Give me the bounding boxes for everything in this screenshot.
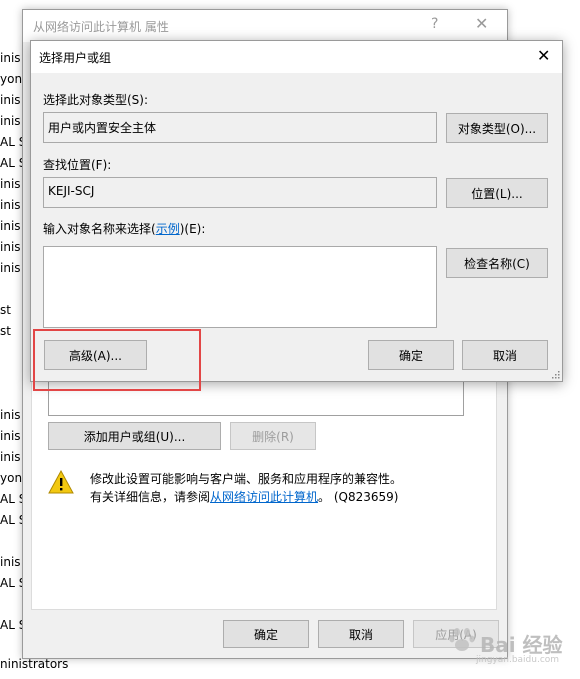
list-item: inis <box>0 177 21 191</box>
remove-button[interactable]: 删除(R) <box>230 422 316 450</box>
add-user-button[interactable]: 添加用户或组(U)... <box>48 422 221 450</box>
examples-link[interactable]: 示例 <box>156 222 180 236</box>
object-names-input[interactable] <box>43 246 437 328</box>
list-item: inis <box>0 93 21 107</box>
warning-line-2: 有关详细信息，请参阅从网络访问此计算机。 (Q823659) <box>90 488 470 506</box>
list-item: inis <box>0 429 21 443</box>
list-item: inis <box>0 555 21 569</box>
properties-window-title: 从网络访问此计算机 属性 <box>33 20 169 34</box>
object-names-label: 输入对象名称来选择(示例)(E): <box>43 220 205 237</box>
list-item: yon <box>0 471 23 485</box>
warning-text: 修改此设置可能影响与客户端、服务和应用程序的兼容性。 有关详细信息，请参阅从网络… <box>90 470 470 506</box>
watermark-url: jingyan.baidu.com <box>476 655 560 665</box>
background-list-bottom-item: ninistrators <box>0 657 69 671</box>
location-field: KEJI-SCJ <box>43 177 437 208</box>
dialog-close-button[interactable]: ✕ <box>537 46 550 65</box>
policy-help-link[interactable]: 从网络访问此计算机 <box>210 490 318 504</box>
warning-suffix: 。 (Q823659) <box>318 490 399 504</box>
object-type-label: 选择此对象类型(S): <box>43 93 149 107</box>
check-names-button[interactable]: 检查名称(C) <box>446 248 548 278</box>
locations-button[interactable]: 位置(L)... <box>446 178 548 208</box>
list-item: inis <box>0 240 21 254</box>
list-item: st <box>0 303 11 317</box>
list-item: inis <box>0 51 21 65</box>
warning-prefix: 有关详细信息，请参阅 <box>90 490 211 504</box>
properties-close-button[interactable]: ✕ <box>475 14 488 33</box>
list-item: inis <box>0 261 21 275</box>
object-names-label-suffix: )(E): <box>179 222 206 236</box>
cancel-button[interactable]: 取消 <box>318 620 404 648</box>
list-item: inis <box>0 198 21 212</box>
resize-grip-icon[interactable] <box>550 369 560 379</box>
paw-logo-icon <box>449 628 475 651</box>
dialog-titlebar: 选择用户或组 ✕ <box>31 41 562 73</box>
dialog-title: 选择用户或组 <box>39 51 112 65</box>
dialog-ok-button[interactable]: 确定 <box>368 340 454 370</box>
warning-icon <box>48 470 74 494</box>
dialog-cancel-button[interactable]: 取消 <box>462 340 548 370</box>
watermark-text: Bai 经验 <box>480 633 563 657</box>
list-item: inis <box>0 114 21 128</box>
ok-button[interactable]: 确定 <box>223 620 309 648</box>
object-names-label-prefix: 输入对象名称来选择( <box>43 222 156 236</box>
object-type-field: 用户或内置安全主体 <box>43 112 437 143</box>
warning-line-1: 修改此设置可能影响与客户端、服务和应用程序的兼容性。 <box>90 472 403 486</box>
highlight-annotation <box>33 329 201 391</box>
properties-titlebar: 从网络访问此计算机 属性 ? ✕ <box>23 10 507 42</box>
list-item: inis <box>0 219 21 233</box>
object-types-button[interactable]: 对象类型(O)... <box>446 113 548 143</box>
list-item: inis <box>0 450 21 464</box>
list-item: yon <box>0 72 23 86</box>
list-item: inis <box>0 408 21 422</box>
location-label: 查找位置(F): <box>43 158 112 172</box>
help-button[interactable]: ? <box>431 16 438 32</box>
baidu-watermark: Bai 经验 jingyan.baidu.com <box>446 619 580 669</box>
list-item: st <box>0 324 11 338</box>
